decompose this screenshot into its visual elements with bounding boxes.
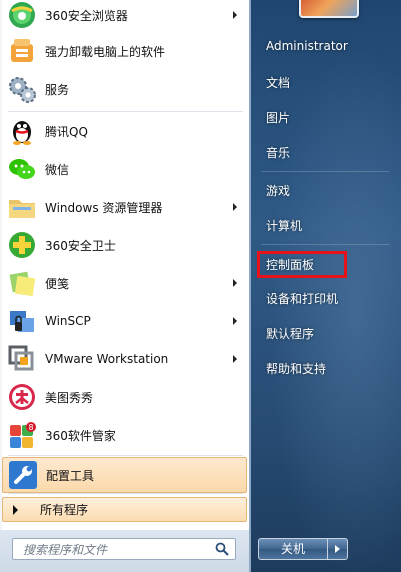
right-link-games[interactable]: 游戏: [266, 182, 290, 199]
program-item-services[interactable]: 服务: [2, 71, 247, 107]
program-label: 美图秀秀: [45, 390, 94, 405]
uninstall-icon: [6, 35, 38, 67]
svg-text:8: 8: [28, 423, 33, 432]
user-avatar[interactable]: [299, 0, 359, 18]
program-item-360-software-manager[interactable]: 8 360软件管家: [2, 417, 247, 453]
submenu-arrow-icon[interactable]: [233, 203, 237, 211]
program-label: Windows 资源管理器: [45, 200, 163, 215]
program-item-vmware[interactable]: VMware Workstation: [2, 341, 247, 377]
chevron-right-icon: [335, 545, 340, 553]
security-360-icon: [6, 229, 38, 261]
right-link-music[interactable]: 音乐: [266, 144, 290, 161]
program-item-config-tool[interactable]: 配置工具: [2, 457, 247, 493]
qq-penguin-icon: [6, 115, 38, 147]
all-programs-label: 所有程序: [40, 503, 89, 517]
separator: [8, 111, 243, 112]
right-link-computer[interactable]: 计算机: [266, 217, 302, 234]
shutdown-options-button[interactable]: [328, 538, 348, 560]
sticky-notes-icon: [6, 267, 38, 299]
all-programs-button[interactable]: 所有程序: [2, 497, 247, 522]
program-label: WinSCP: [45, 314, 91, 328]
program-item-meitu[interactable]: 美图秀秀: [2, 379, 247, 415]
start-menu-right-pane: Administrator 文档 图片 音乐 游戏 计算机 控制面板 设备和打印…: [251, 0, 401, 572]
search-input[interactable]: [21, 540, 215, 560]
program-item-360-security[interactable]: 360安全卫士: [2, 227, 247, 263]
submenu-arrow-icon[interactable]: [233, 317, 237, 325]
software-manager-360-icon: 8: [6, 419, 38, 451]
services-gears-icon: [6, 73, 38, 105]
separator: [8, 455, 243, 456]
program-label: 配置工具: [46, 468, 95, 483]
program-label: 360软件管家: [45, 428, 116, 443]
wechat-icon: [6, 153, 38, 185]
browser-360-icon: [6, 0, 38, 31]
program-label: 强力卸载电脑上的软件: [45, 44, 166, 59]
separator: [261, 171, 389, 172]
vmware-icon: [6, 343, 38, 375]
separator: [8, 493, 243, 494]
program-item-winscp[interactable]: WinSCP: [2, 303, 247, 339]
program-label: 微信: [45, 162, 70, 177]
separator: [261, 244, 389, 245]
program-item-360-browser[interactable]: 360安全浏览器: [2, 0, 247, 33]
right-link-administrator[interactable]: Administrator: [266, 39, 348, 53]
config-tool-wrench-icon: [7, 459, 39, 491]
right-link-default-programs[interactable]: 默认程序: [266, 325, 314, 342]
program-item-qq[interactable]: 腾讯QQ: [2, 113, 247, 149]
search-area: [0, 530, 251, 572]
program-label: 360安全浏览器: [45, 8, 128, 23]
submenu-arrow-icon[interactable]: [233, 355, 237, 363]
meitu-icon: [6, 381, 38, 413]
start-menu-left-pane: 360安全浏览器 强力卸载电脑上的软件 服务 腾讯QQ 微信 Windows 资…: [0, 0, 251, 572]
program-item-uninstaller[interactable]: 强力卸载电脑上的软件: [2, 33, 247, 69]
control-panel-annotation-box: [257, 251, 347, 278]
program-item-wechat[interactable]: 微信: [2, 151, 247, 187]
right-link-devices-printers[interactable]: 设备和打印机: [266, 290, 338, 307]
right-link-help-support[interactable]: 帮助和支持: [266, 360, 326, 377]
search-box[interactable]: [12, 538, 236, 560]
right-link-documents[interactable]: 文档: [266, 74, 290, 91]
search-icon[interactable]: [215, 542, 229, 556]
submenu-arrow-icon[interactable]: [233, 279, 237, 287]
program-label: 360安全卫士: [45, 238, 116, 253]
expand-arrow-icon: [13, 504, 18, 515]
program-item-windows-explorer[interactable]: Windows 资源管理器: [2, 189, 247, 225]
program-label: 服务: [45, 82, 70, 97]
shutdown-button[interactable]: 关机: [258, 538, 328, 560]
explorer-folder-icon: [6, 191, 38, 223]
program-item-sticky-notes[interactable]: 便笺: [2, 265, 247, 301]
program-label: VMware Workstation: [45, 352, 169, 366]
right-link-pictures[interactable]: 图片: [266, 109, 290, 126]
program-label: 便笺: [45, 276, 70, 291]
submenu-arrow-icon[interactable]: [233, 11, 237, 19]
program-label: 腾讯QQ: [45, 124, 88, 139]
winscp-icon: [6, 305, 38, 337]
